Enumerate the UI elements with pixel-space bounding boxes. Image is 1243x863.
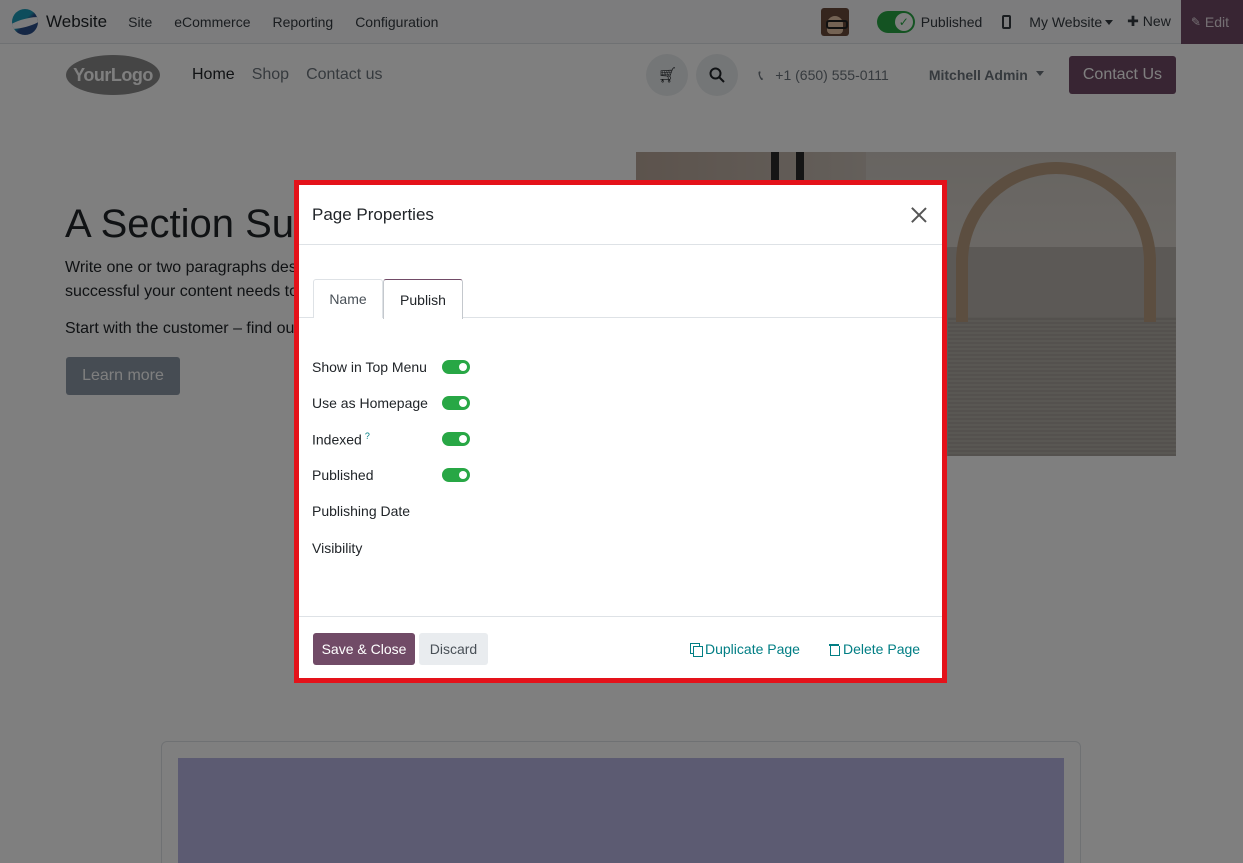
delete-label: Delete Page <box>843 641 921 657</box>
field-label: Publishing Date <box>312 503 411 519</box>
modal-footer: Save & Close Discard Duplicate Page Dele… <box>299 616 942 678</box>
tab-bar: Name Publish <box>299 279 942 319</box>
published-toggle[interactable] <box>442 468 470 482</box>
field-show-in-top-menu: Show in Top Menu <box>312 357 470 377</box>
discard-button[interactable]: Discard <box>419 633 488 665</box>
field-label: Visibility <box>312 540 363 556</box>
help-tooltip-icon[interactable]: ? <box>365 431 370 441</box>
field-label: Indexed? <box>312 431 442 448</box>
tab-name[interactable]: Name <box>313 279 383 318</box>
field-published: Published <box>312 465 470 485</box>
field-use-as-homepage: Use as Homepage <box>312 393 470 413</box>
save-close-button[interactable]: Save & Close <box>313 633 415 665</box>
modal-title: Page Properties <box>312 204 434 224</box>
duplicate-page-button[interactable]: Duplicate Page <box>690 633 800 665</box>
field-label: Use as Homepage <box>312 395 428 411</box>
tab-publish[interactable]: Publish <box>383 279 463 319</box>
modal-header: Page Properties <box>299 185 942 245</box>
trash-icon <box>829 643 840 656</box>
indexed-toggle[interactable] <box>442 432 470 446</box>
field-visibility: Visibility <box>312 538 442 558</box>
close-icon[interactable] <box>909 205 929 225</box>
copy-icon <box>690 643 703 657</box>
duplicate-label: Duplicate Page <box>705 641 800 657</box>
show-in-top-menu-toggle[interactable] <box>442 360 470 374</box>
field-indexed: Indexed? <box>312 429 470 449</box>
use-as-homepage-toggle[interactable] <box>442 396 470 410</box>
field-label: Show in Top Menu <box>312 359 427 375</box>
field-label: Published <box>312 467 374 483</box>
delete-page-button[interactable]: Delete Page <box>829 633 920 665</box>
indexed-label: Indexed <box>312 431 362 448</box>
field-publishing-date: Publishing Date <box>312 501 442 521</box>
page-properties-dialog: Page Properties Name Publish Show in Top… <box>299 185 942 678</box>
